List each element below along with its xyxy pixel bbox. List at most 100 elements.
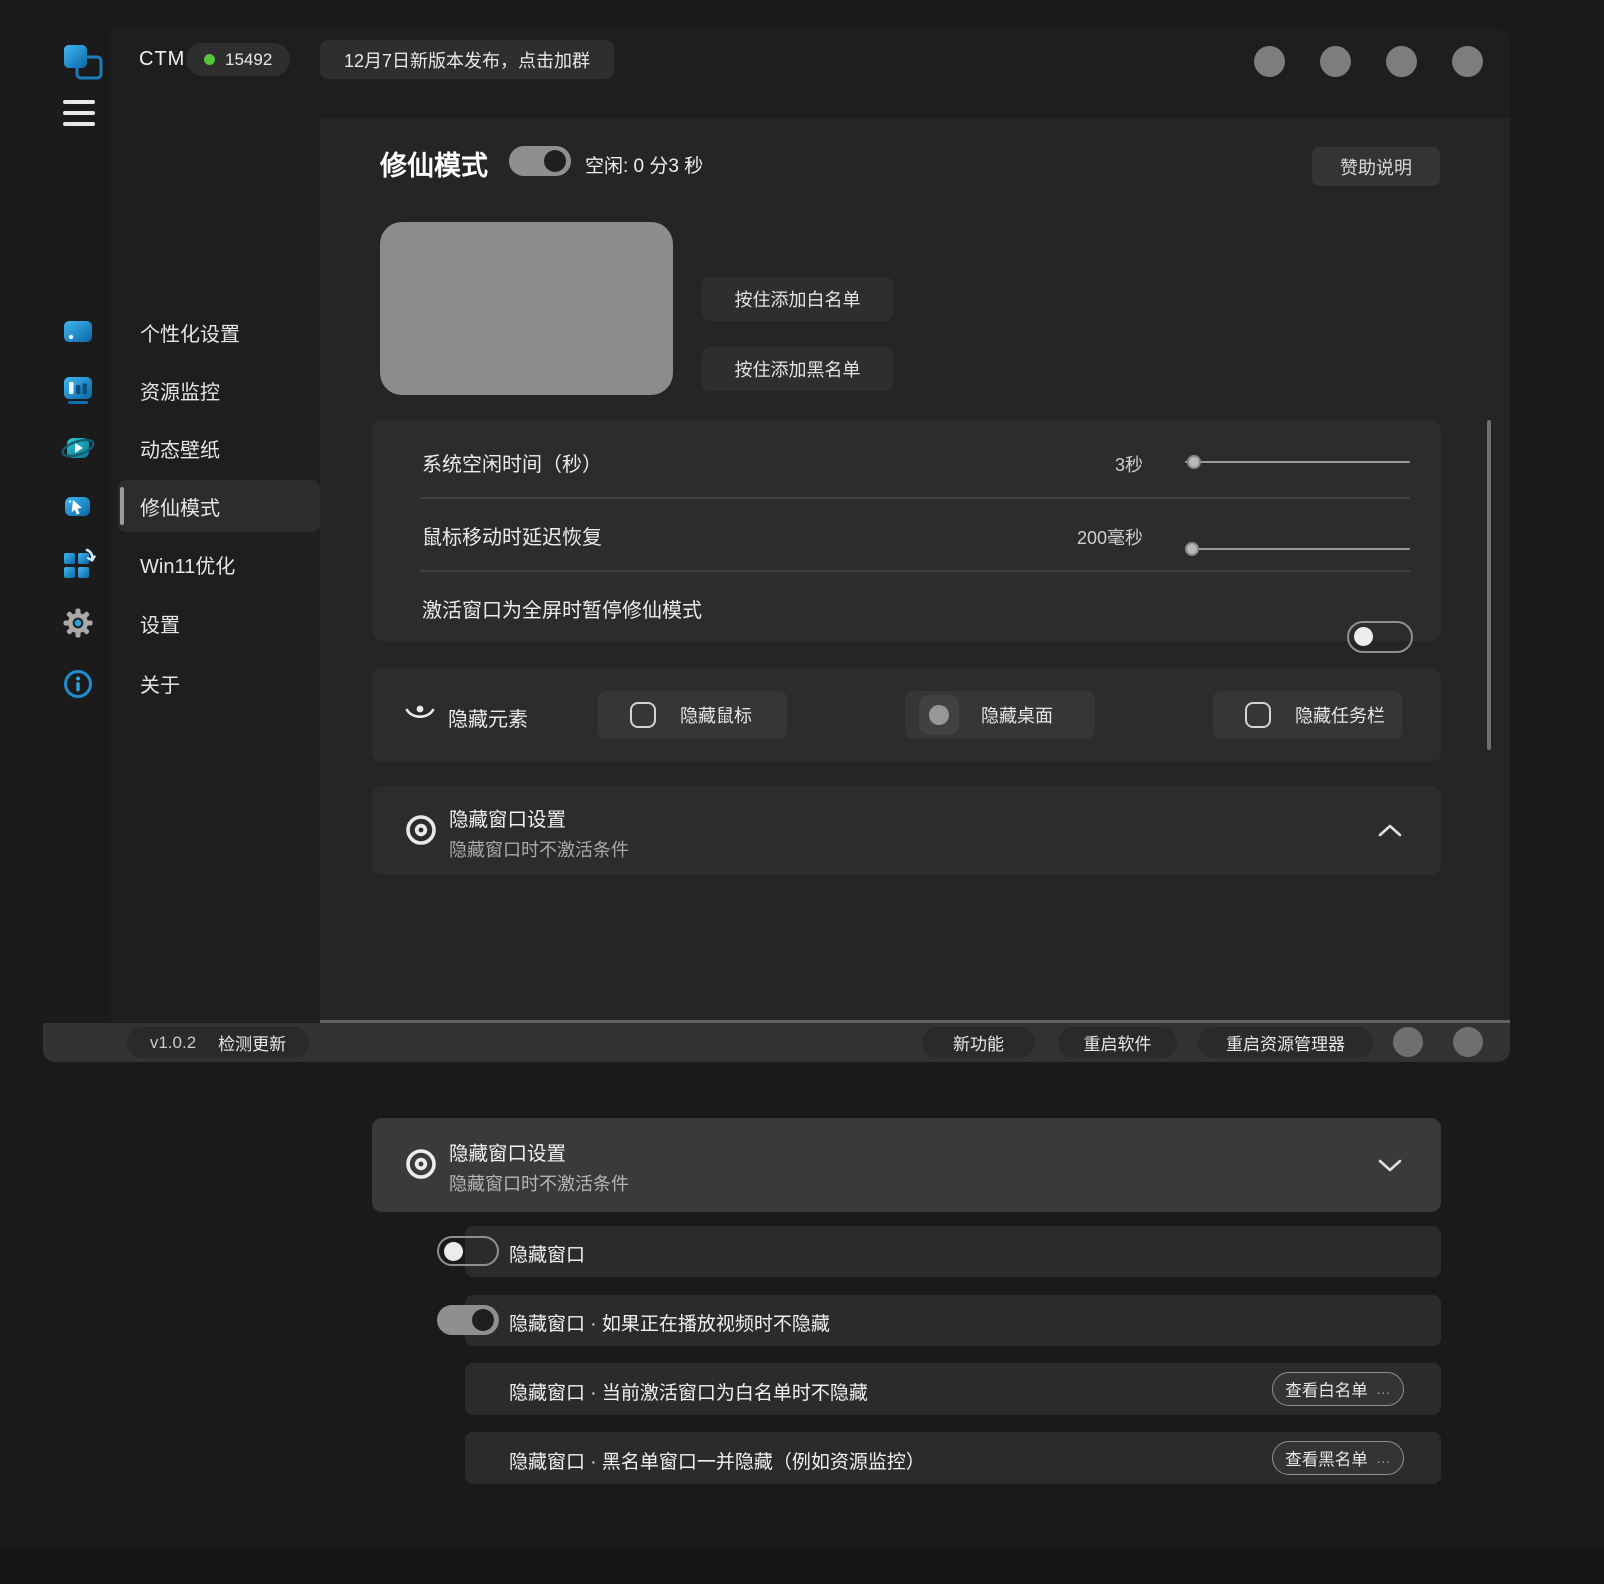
button-label: 查看黑名单 [1285, 1446, 1368, 1470]
app-logo-icon [61, 42, 107, 89]
sidebar-item-label: 资源监控 [140, 376, 220, 405]
sidebar-item-label: 关于 [140, 669, 180, 698]
restart-explorer-button[interactable]: 重启资源管理器 [1198, 1027, 1373, 1058]
slider-track [1185, 548, 1410, 550]
row-label: 隐藏窗口 [509, 1240, 585, 1267]
check-update-link[interactable]: 检测更新 [218, 1030, 286, 1055]
no-hide-while-video-toggle[interactable] [437, 1305, 499, 1335]
add-whitelist-button[interactable]: 按住添加白名单 [702, 277, 893, 321]
section-title: 隐藏窗口设置 [449, 803, 566, 832]
window-control-2[interactable] [1320, 46, 1351, 77]
row-divider [420, 497, 1410, 499]
idle-time-label: 空闲: 0 分3 秒 [585, 151, 703, 178]
section-subtitle: 隐藏窗口时不激活条件 [449, 1170, 629, 1196]
monitor-chart-icon[interactable] [60, 372, 96, 408]
footer-bar: v1.0.2 检测更新 新功能 重启软件 重启资源管理器 [43, 1023, 1510, 1062]
mouse-delay-value: 200毫秒 [972, 524, 1143, 550]
online-count-badge: 15492 [186, 43, 290, 76]
window-control-4[interactable] [1452, 46, 1483, 77]
sidebar-item-about[interactable]: 关于 [118, 657, 320, 709]
add-blacklist-button[interactable]: 按住添加黑名单 [702, 347, 893, 391]
version-update-pill[interactable]: v1.0.2 检测更新 [127, 1027, 309, 1058]
sponsor-button[interactable]: 赞助说明 [1312, 147, 1440, 186]
mode-master-toggle[interactable] [509, 146, 571, 176]
chevron-down-icon[interactable] [1377, 1158, 1403, 1178]
idle-seconds-value: 3秒 [972, 451, 1143, 477]
hide-taskbar-option[interactable]: 隐藏任务栏 [1213, 691, 1402, 739]
selected-item-accent-bar [120, 487, 124, 525]
window-control-1[interactable] [1254, 46, 1285, 77]
section-subtitle: 隐藏窗口时不激活条件 [449, 836, 629, 862]
idle-seconds-label: 系统空闲时间（秒） [422, 448, 602, 477]
option-label: 隐藏鼠标 [680, 702, 752, 728]
footer-control-2[interactable] [1453, 1027, 1483, 1057]
bottom-strip [0, 1548, 1604, 1584]
version-label: v1.0.2 [150, 1033, 196, 1053]
eye-icon [403, 1146, 439, 1187]
hide-window-row: 隐藏窗口 [465, 1226, 1441, 1277]
vertical-scrollbar[interactable] [1487, 420, 1491, 750]
mouse-delay-label: 鼠标移动时延迟恢复 [422, 521, 602, 550]
preview-placeholder [380, 222, 673, 395]
app-window: CTM 15492 12月7日新版本发布，点击加群 [43, 30, 1510, 1062]
whitelist-no-hide-row: 隐藏窗口 · 当前激活窗口为白名单时不隐藏 查看白名单 … [465, 1363, 1441, 1415]
button-label: 查看白名单 [1285, 1377, 1368, 1401]
ellipsis-icon: … [1376, 1381, 1391, 1398]
fullscreen-pause-toggle[interactable] [1347, 621, 1413, 653]
restart-app-button[interactable]: 重启软件 [1058, 1027, 1177, 1058]
row-label: 隐藏窗口 · 当前激活窗口为白名单时不隐藏 [509, 1378, 868, 1405]
sidebar-item-personalization[interactable]: 个性化设置 [118, 306, 320, 358]
slider-knob[interactable] [1185, 542, 1199, 556]
hamburger-menu-icon[interactable] [63, 100, 95, 126]
toggle-knob [472, 1309, 494, 1331]
notice-banner[interactable]: 12月7日新版本发布，点击加群 [320, 40, 614, 79]
toggle-knob [544, 150, 566, 172]
hide-elements-title: 隐藏元素 [448, 703, 528, 732]
hide-window-toggle[interactable] [437, 1236, 499, 1266]
sidebar-icon-rail [43, 30, 110, 1023]
slider-knob[interactable] [1187, 455, 1201, 469]
page-title: 修仙模式 [380, 144, 488, 183]
screen: CTM 15492 12月7日新版本发布，点击加群 [0, 0, 1604, 1584]
sidebar-item-label: 个性化设置 [140, 318, 240, 347]
sidebar-item-label: 设置 [140, 609, 180, 638]
sidebar-item-settings[interactable]: 设置 [118, 597, 320, 649]
display-icon[interactable] [60, 314, 96, 350]
window-control-3[interactable] [1386, 46, 1417, 77]
checkbox-icon[interactable] [1245, 702, 1271, 728]
sidebar-item-dynamic-wallpaper[interactable]: 动态壁纸 [118, 422, 320, 474]
no-hide-while-video-row: 隐藏窗口 · 如果正在播放视频时不隐藏 [465, 1295, 1441, 1346]
footer-control-1[interactable] [1393, 1027, 1423, 1057]
slider-track [1185, 461, 1410, 463]
gear-icon[interactable] [60, 605, 96, 641]
win11-refresh-icon[interactable] [60, 546, 96, 582]
view-blacklist-button[interactable]: 查看黑名单 … [1272, 1441, 1404, 1475]
sidebar-item-resource-monitor[interactable]: 资源监控 [118, 364, 320, 416]
sidebar-item-label: 修仙模式 [140, 492, 220, 521]
option-label: 隐藏桌面 [981, 702, 1053, 728]
idle-seconds-slider[interactable] [1185, 455, 1410, 469]
wallpaper-play-icon[interactable] [60, 430, 96, 466]
chevron-up-icon[interactable] [1377, 823, 1403, 843]
view-whitelist-button[interactable]: 查看白名单 … [1272, 1372, 1404, 1406]
hide-mouse-option[interactable]: 隐藏鼠标 [598, 691, 787, 739]
sidebar-item-xiuxian-mode[interactable]: 修仙模式 [118, 480, 320, 532]
cursor-icon[interactable] [60, 488, 96, 524]
new-features-button[interactable]: 新功能 [922, 1027, 1035, 1058]
popup-hide-window-header[interactable]: 隐藏窗口设置 隐藏窗口时不激活条件 [372, 1118, 1441, 1212]
sidebar-item-win11-optimize[interactable]: Win11优化 [118, 538, 320, 590]
app-name: CTM [139, 48, 185, 71]
checkbox-icon[interactable] [630, 702, 656, 728]
info-icon[interactable] [60, 666, 96, 702]
hide-window-settings-card[interactable]: 隐藏窗口设置 隐藏窗口时不激活条件 [372, 786, 1441, 875]
window-controls [1254, 46, 1483, 77]
hide-desktop-option[interactable]: 隐藏桌面 [905, 691, 1095, 739]
timing-settings-card: 系统空闲时间（秒） 3秒 鼠标移动时延迟恢复 200毫秒 激活窗口为全屏时暂停修… [372, 420, 1441, 641]
checked-dot-icon[interactable] [919, 695, 959, 735]
row-divider [420, 570, 1410, 572]
hide-elements-card: 隐藏元素 隐藏鼠标 隐藏桌面 隐藏任务栏 [372, 668, 1441, 762]
option-label: 隐藏任务栏 [1295, 702, 1385, 728]
mouse-delay-slider[interactable] [1185, 542, 1410, 556]
fullscreen-pause-label: 激活窗口为全屏时暂停修仙模式 [422, 594, 702, 623]
sidebar-item-label: 动态壁纸 [140, 434, 220, 463]
